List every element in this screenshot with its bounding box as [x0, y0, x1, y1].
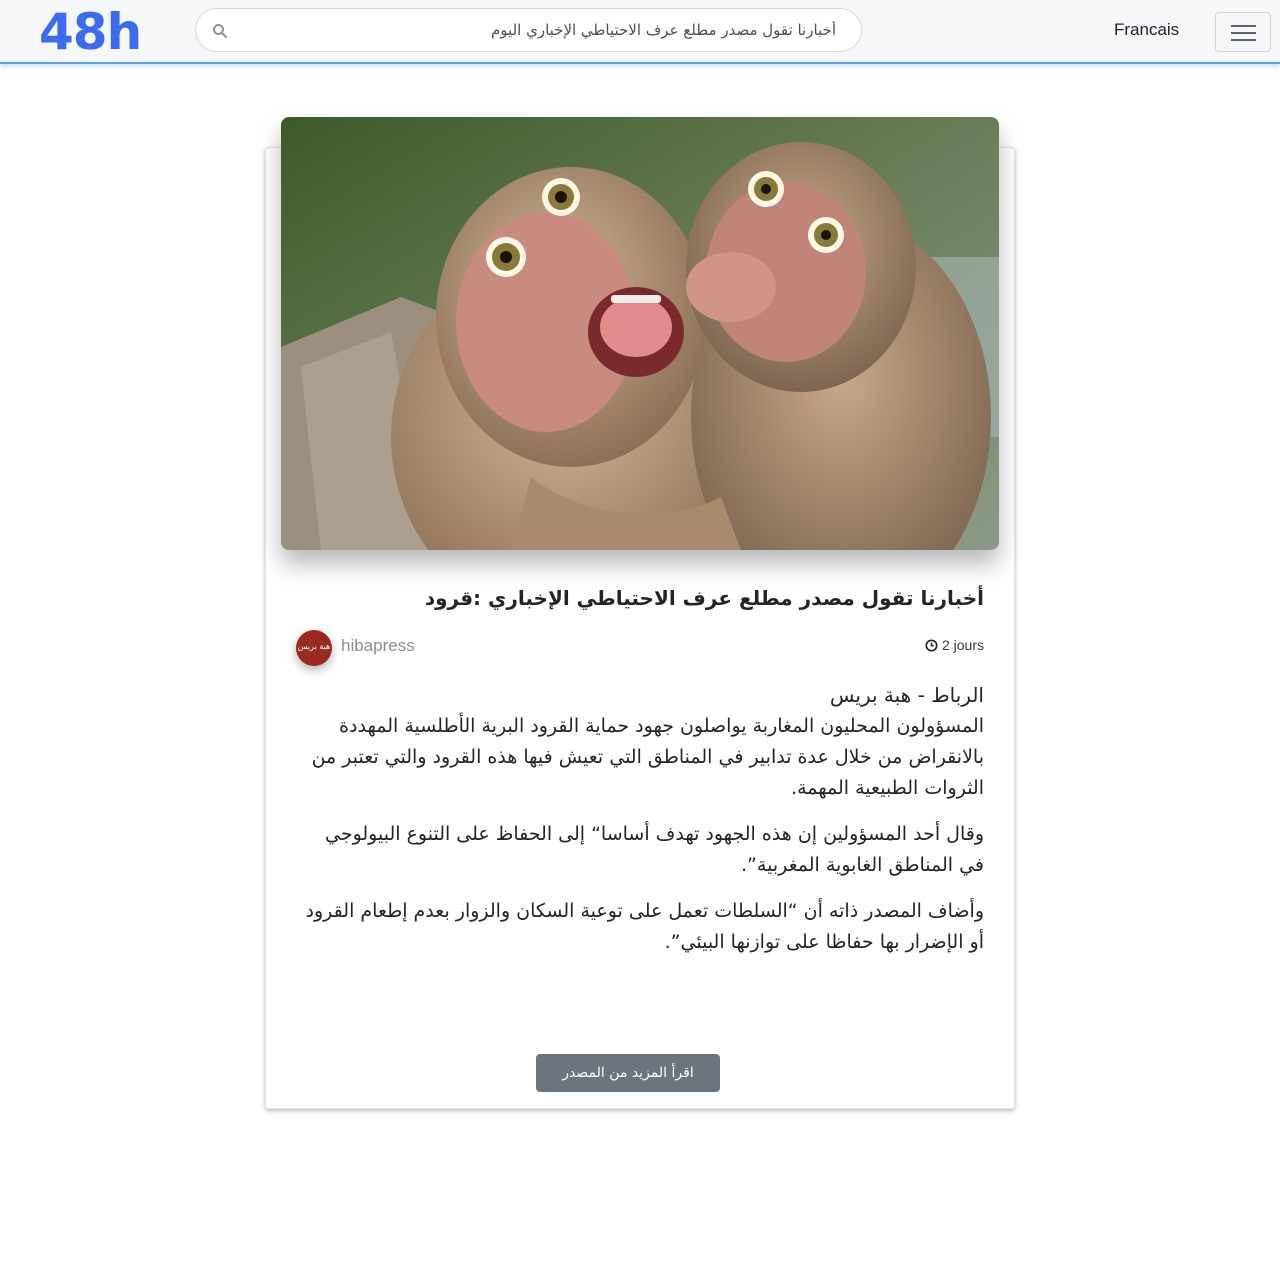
language-switch-link[interactable]: Francais — [1114, 20, 1179, 40]
publish-time-text: 2 jours — [941, 637, 984, 653]
article-dateline: الرباط - هبة بريس — [829, 683, 984, 707]
source-logo: هبة بريس — [297, 642, 331, 651]
publish-time: 2 jours — [925, 637, 984, 653]
article-body: الرباط - هبة بريس المسؤولون المحليون الم… — [296, 680, 984, 973]
article-title[interactable]: أخبارنا تقول مصدر مطلع عرف الاحتياطي الإ… — [296, 584, 984, 612]
top-navbar: 48h Francais — [0, 0, 1280, 64]
article-paragraph: المسؤولون المحليون المغاربة يواصلون جهود… — [311, 715, 984, 799]
article-paragraph: وأضاف المصدر ذاته أن “السلطات تعمل على ت… — [305, 900, 984, 953]
menu-toggle-button[interactable] — [1215, 12, 1271, 52]
read-more-button[interactable]: اقرأ المزيد من المصدر — [536, 1054, 720, 1092]
article-paragraph: وقال أحد المسؤولين إن هذه الجهود تهدف أس… — [325, 823, 984, 876]
search-icon[interactable] — [212, 23, 228, 39]
monkeys-photo-icon — [281, 117, 999, 550]
clock-icon — [925, 638, 938, 652]
hamburger-icon — [1231, 25, 1256, 27]
search-bar[interactable] — [195, 8, 862, 52]
search-input[interactable] — [240, 15, 840, 45]
article-image[interactable] — [281, 117, 999, 550]
hamburger-icon-bar — [1231, 39, 1256, 41]
source-name[interactable]: hibapress — [341, 636, 415, 656]
source-avatar[interactable]: هبة بريس — [296, 630, 332, 666]
hamburger-icon-bar — [1231, 32, 1256, 34]
brand-logo[interactable]: 48h — [39, 2, 142, 62]
